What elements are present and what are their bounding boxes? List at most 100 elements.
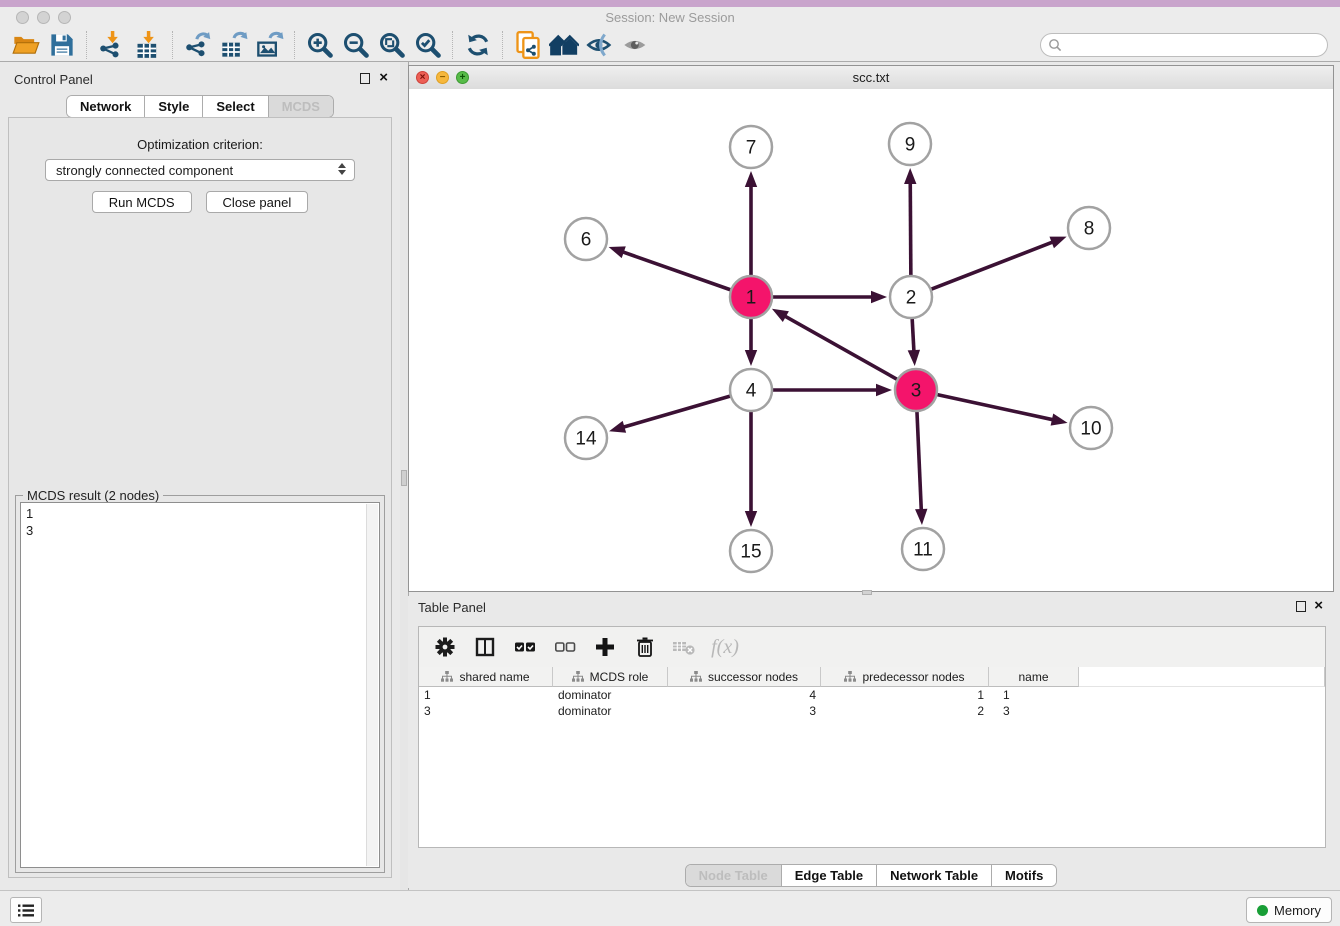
network-canvas[interactable]: 7 9 6 8 1 2 4 3 14 10 15 11	[409, 89, 1333, 591]
toolbar-separator	[294, 31, 296, 59]
memory-button[interactable]: Memory	[1246, 897, 1332, 923]
graph-edge-3-11[interactable]	[917, 410, 921, 511]
refresh-icon[interactable]	[460, 29, 496, 61]
graph-edge-2-8[interactable]	[930, 242, 1054, 290]
main-toolbar	[0, 28, 1340, 62]
column-header-shared-name[interactable]: shared name	[419, 667, 553, 687]
export-table-icon[interactable]	[216, 29, 252, 61]
graph-edge-arrowhead	[772, 309, 789, 322]
graph-node-11[interactable]: 11	[902, 528, 944, 570]
graph-edge-2-3[interactable]	[912, 317, 914, 352]
tree-icon	[441, 671, 453, 682]
close-table-panel-icon[interactable]: ×	[1314, 597, 1323, 614]
graph-node-8[interactable]: 8	[1068, 207, 1110, 249]
mcds-result-text[interactable]: 1 3	[20, 502, 380, 868]
window-title: Session: New Session	[0, 7, 1340, 28]
memory-label: Memory	[1274, 903, 1321, 918]
table-settings-icon[interactable]	[427, 629, 463, 665]
float-panel-icon[interactable]	[360, 73, 370, 84]
cell-shared-name[interactable]: 1	[419, 687, 553, 703]
graph-node-9[interactable]: 9	[889, 123, 931, 165]
list-icon	[18, 904, 34, 917]
table-row[interactable]: 3dominator323	[419, 703, 1325, 719]
graph-node-label: 2	[906, 288, 917, 309]
graph-edge-4-14[interactable]	[622, 396, 731, 428]
float-table-panel-icon[interactable]	[1296, 601, 1306, 612]
zoom-selected-icon[interactable]	[410, 29, 446, 61]
graph-node-1[interactable]: 1	[730, 276, 772, 318]
horizontal-splitter-handle[interactable]	[862, 590, 872, 595]
graph-node-label: 15	[740, 542, 761, 563]
graph-node-label: 10	[1080, 419, 1101, 440]
cell-mcds-role[interactable]: dominator	[553, 687, 668, 703]
graph-node-7[interactable]: 7	[730, 126, 772, 168]
column-header-mcds-role[interactable]: MCDS role	[553, 667, 668, 687]
run-mcds-button[interactable]: Run MCDS	[92, 191, 192, 213]
graph-edge-3-1[interactable]	[784, 316, 898, 381]
column-header-successor-nodes[interactable]: successor nodes	[668, 667, 821, 687]
tab-network[interactable]: Network	[67, 96, 144, 117]
tab-edge-table[interactable]: Edge Table	[781, 865, 876, 886]
zoom-in-icon[interactable]	[302, 29, 338, 61]
show-columns-icon[interactable]	[467, 629, 503, 665]
column-label: name	[1018, 670, 1048, 684]
graph-node-3[interactable]: 3	[895, 369, 937, 411]
delete-table-icon[interactable]	[667, 629, 703, 665]
cell-successor-nodes[interactable]: 4	[668, 687, 821, 703]
cell-predecessor-nodes[interactable]: 1	[821, 687, 989, 703]
cell-name[interactable]: 1	[989, 687, 1079, 703]
tab-node-table[interactable]: Node Table	[686, 865, 781, 886]
graph-node-2[interactable]: 2	[890, 276, 932, 318]
column-header-name[interactable]: name	[989, 667, 1079, 687]
deselect-all-icon[interactable]	[547, 629, 583, 665]
search-input[interactable]	[1062, 37, 1327, 54]
import-table-icon[interactable]	[130, 29, 166, 61]
open-file-icon[interactable]	[8, 29, 44, 61]
mcds-panel: Optimization criterion: strongly connect…	[8, 117, 392, 878]
control-panel-title: Control Panel	[14, 72, 93, 87]
criterion-value: strongly connected component	[56, 163, 233, 178]
export-network-icon[interactable]	[180, 29, 216, 61]
column-header-predecessor-nodes[interactable]: predecessor nodes	[821, 667, 989, 687]
select-all-icon[interactable]	[507, 629, 543, 665]
criterion-dropdown[interactable]: strongly connected component	[45, 159, 355, 181]
home-icon[interactable]	[546, 29, 582, 61]
zoom-fit-icon[interactable]	[374, 29, 410, 61]
zoom-out-icon[interactable]	[338, 29, 374, 61]
tab-mcds[interactable]: MCDS	[268, 96, 333, 117]
tab-motifs[interactable]: Motifs	[991, 865, 1056, 886]
function-builder-icon[interactable]: f(x)	[707, 629, 743, 665]
cell-successor-nodes[interactable]: 3	[668, 703, 821, 719]
column-label: shared name	[459, 670, 529, 684]
task-history-button[interactable]	[10, 897, 42, 923]
graph-node-14[interactable]: 14	[565, 417, 607, 459]
close-panel-icon[interactable]: ×	[379, 69, 388, 86]
graph-node-15[interactable]: 15	[730, 530, 772, 572]
tab-network-table[interactable]: Network Table	[876, 865, 991, 886]
hide-panel-icon[interactable]	[582, 29, 618, 61]
close-panel-button[interactable]: Close panel	[206, 191, 309, 213]
cell-mcds-role[interactable]: dominator	[553, 703, 668, 719]
add-row-icon[interactable]	[587, 629, 623, 665]
graph-edge-3-10[interactable]	[936, 394, 1054, 420]
tab-select[interactable]: Select	[202, 96, 267, 117]
cell-predecessor-nodes[interactable]: 2	[821, 703, 989, 719]
graph-edge-arrowhead	[745, 171, 757, 187]
tab-style[interactable]: Style	[144, 96, 202, 117]
import-network-icon[interactable]	[94, 29, 130, 61]
graph-node-6[interactable]: 6	[565, 218, 607, 260]
graph-edge-1-6[interactable]	[622, 252, 732, 291]
graph-node-10[interactable]: 10	[1070, 407, 1112, 449]
cell-shared-name[interactable]: 3	[419, 703, 553, 719]
cell-name[interactable]: 3	[989, 703, 1079, 719]
clone-network-icon[interactable]	[510, 29, 546, 61]
graph-edge-2-9[interactable]	[910, 182, 911, 277]
control-panel: Control Panel × NetworkStyleSelectMCDS O…	[0, 62, 400, 890]
save-session-icon[interactable]	[44, 29, 80, 61]
delete-row-icon[interactable]	[627, 629, 663, 665]
table-row[interactable]: 1dominator411	[419, 687, 1325, 703]
export-image-icon[interactable]	[252, 29, 288, 61]
splitter-handle[interactable]	[401, 470, 407, 486]
graph-node-4[interactable]: 4	[730, 369, 772, 411]
show-panel-icon[interactable]	[618, 29, 654, 61]
